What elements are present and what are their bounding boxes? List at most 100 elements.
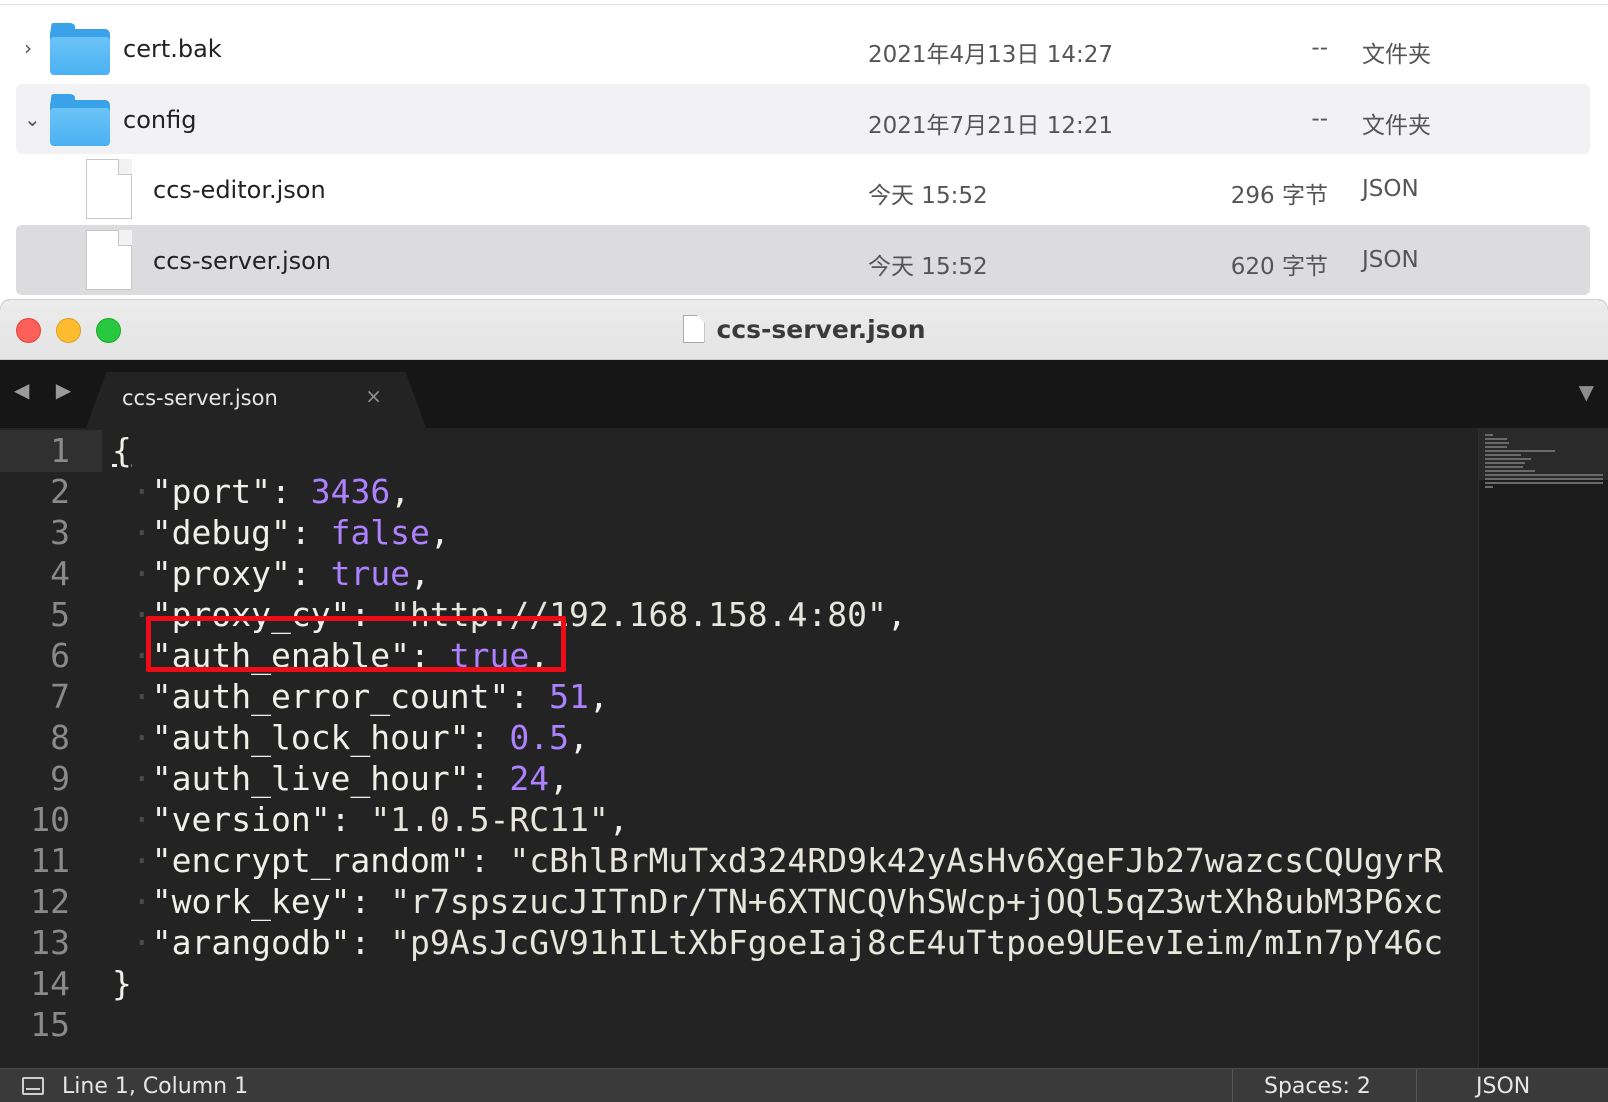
json-separator: : (350, 923, 391, 962)
line-number: 4 (50, 554, 70, 593)
line-number: 10 (30, 800, 70, 839)
json-comma: , (390, 472, 411, 511)
disclosure-chevron-down-icon[interactable]: ⌄ (24, 108, 41, 130)
line-number: 2 (50, 472, 70, 511)
document-icon (682, 315, 705, 343)
indentation-setting[interactable]: Spaces: 2 (1264, 1074, 1371, 1099)
json-comma: , (569, 718, 589, 757)
json-value: 24 (509, 759, 550, 798)
json-value: "p9AsJcGV91hILtXbFgoeIaj8cE4uTtpoe9UEevI… (390, 923, 1444, 962)
code-line: } (112, 963, 132, 1005)
json-comma: , (608, 800, 629, 839)
file-kind: 文件夹 (1362, 42, 1431, 68)
code-line: ·"work_key": "r7spszucJITnDr/TN+6XTNCQVh… (112, 882, 1444, 921)
cursor-position[interactable]: Line 1, Column 1 (62, 1074, 248, 1099)
code-editor[interactable]: 1 2 3 4 5 6 7 8 9 10 11 12 13 14 15 { ·"port": 3436, ·… (0, 428, 1608, 1068)
status-bar: Line 1, Column 1 Spaces: 2 JSON (0, 1068, 1608, 1102)
json-separator: : (330, 800, 371, 839)
file-name: cert.bak (123, 35, 222, 63)
json-separator: : (270, 472, 311, 511)
json-key: "version" (151, 800, 331, 839)
tab-label: ccs-server.json (122, 386, 278, 410)
code-brace: { (112, 431, 132, 470)
json-comma: , (886, 595, 907, 634)
file-size: -- (1311, 35, 1328, 61)
code-area[interactable]: { ·"port": 3436, ·"debug": false, ·"prox… (112, 428, 1478, 1068)
json-key: "arangodb" (151, 923, 351, 962)
tab-close-icon[interactable]: × (365, 384, 382, 408)
status-divider (1232, 1069, 1233, 1102)
json-comma: , (588, 677, 609, 716)
code-line: ·"proxy": true, (112, 554, 430, 593)
disclosure-chevron-right-icon[interactable]: › (24, 37, 40, 59)
json-separator: : (469, 841, 510, 880)
finder-row-ccs-server-json[interactable]: ccs-server.json 今天 15:52 620 字节 JSON (16, 225, 1590, 295)
title-bar[interactable]: ccs-server.json (0, 300, 1608, 360)
code-line: { (112, 430, 132, 472)
line-number: 15 (30, 1005, 70, 1044)
tab-ccs-server-json[interactable]: ccs-server.json × (86, 372, 426, 428)
json-file-icon (86, 230, 132, 290)
code-line: ·"arangodb": "p9AsJcGV91hILtXbFgoeIaj8cE… (112, 923, 1444, 962)
json-value: 51 (549, 677, 589, 716)
code-line: ·"auth_error_count": 51, (112, 677, 609, 716)
line-number: 8 (50, 718, 70, 757)
status-divider (1416, 1069, 1417, 1102)
finder-row-ccs-editor-json[interactable]: ccs-editor.json 今天 15:52 296 字节 JSON (16, 154, 1590, 224)
file-kind: 文件夹 (1362, 113, 1431, 139)
line-number: 13 (30, 923, 70, 962)
json-key: "proxy" (151, 554, 291, 593)
window-title: ccs-server.json (0, 315, 1608, 344)
file-kind: JSON (1362, 176, 1419, 202)
file-size: 620 字节 (1230, 254, 1328, 280)
line-number: 3 (50, 513, 70, 552)
file-date: 2021年4月13日 14:27 (868, 42, 1114, 68)
finder-row-config[interactable]: ⌄ config 2021年7月21日 12:21 -- 文件夹 (16, 84, 1590, 154)
file-date: 今天 15:52 (868, 254, 988, 280)
json-file-icon (86, 159, 132, 219)
finder-divider (0, 4, 1608, 5)
code-line: ·"version": "1.0.5-RC11", (112, 800, 629, 839)
json-separator: : (290, 513, 331, 552)
json-value: true (330, 554, 411, 593)
json-key: "work_key" (151, 882, 351, 921)
line-number: 11 (30, 841, 70, 880)
code-line: ·"auth_lock_hour": 0.5, (112, 718, 589, 757)
code-line: ·"encrypt_random": "cBhlBrMuTxd324RD9k42… (112, 841, 1444, 880)
file-size: 296 字节 (1230, 183, 1328, 209)
line-number: 14 (30, 964, 70, 1003)
minimap[interactable] (1478, 428, 1608, 1068)
file-name: config (123, 106, 197, 134)
tab-menu-dropdown-icon[interactable]: ▼ (1579, 380, 1594, 404)
folder-icon (50, 23, 110, 75)
folder-icon (50, 94, 110, 146)
finder-list: › cert.bak 2021年4月13日 14:27 -- 文件夹 ⌄ con… (0, 0, 1608, 300)
tab-bar: ◀ ▶ ccs-server.json × ▼ (0, 360, 1608, 428)
line-number: 7 (50, 677, 70, 716)
syntax-selector[interactable]: JSON (1476, 1074, 1530, 1099)
json-key: "port" (151, 472, 271, 511)
json-value: "1.0.5-RC11" (370, 800, 609, 839)
json-key: "auth_error_count" (151, 677, 510, 716)
json-value: 0.5 (509, 718, 569, 757)
file-kind: JSON (1362, 247, 1419, 273)
panel-toggle-icon[interactable] (22, 1077, 44, 1095)
code-line: ·"auth_live_hour": 24, (112, 759, 570, 798)
file-date: 今天 15:52 (868, 183, 988, 209)
tab-nav-arrows-icon[interactable]: ◀ ▶ (14, 378, 81, 402)
window-title-text: ccs-server.json (716, 315, 926, 344)
code-brace: } (112, 964, 132, 1003)
json-key: "encrypt_random" (151, 841, 470, 880)
json-comma: , (429, 513, 450, 552)
json-key: "auth_live_hour" (151, 759, 470, 798)
json-separator: : (469, 759, 510, 798)
file-date: 2021年7月21日 12:21 (868, 113, 1114, 139)
editor-window: ccs-server.json ◀ ▶ ccs-server.json × ▼ … (0, 300, 1608, 1102)
json-comma: , (410, 554, 430, 593)
json-value: "r7spszucJITnDr/TN+6XTNCQVhSWcp+jOQl5qZ3… (390, 882, 1444, 921)
line-number: 12 (30, 882, 70, 921)
finder-row-cert-bak[interactable]: › cert.bak 2021年4月13日 14:27 -- 文件夹 (16, 13, 1590, 83)
code-line: ·"port": 3436, (112, 472, 411, 511)
json-separator: : (469, 718, 510, 757)
json-value: 3436 (310, 472, 391, 511)
